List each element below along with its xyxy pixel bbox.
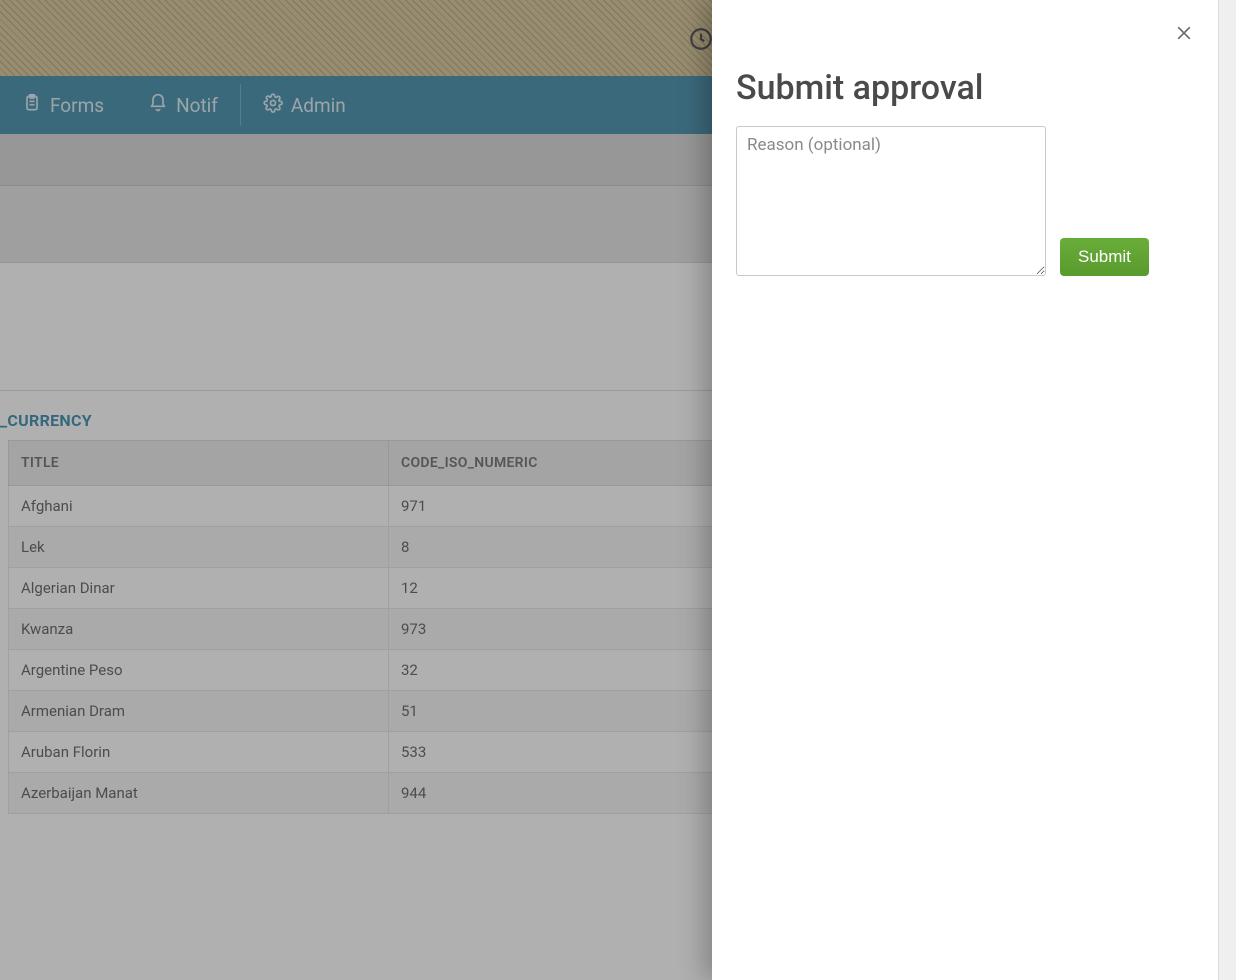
cell-title: Armenian Dram: [9, 691, 389, 732]
reason-textarea[interactable]: [736, 126, 1046, 276]
cell-title: Lek: [9, 527, 389, 568]
cell-title: Algerian Dinar: [9, 568, 389, 609]
cell-title: Azerbaijan Manat: [9, 773, 389, 814]
nav-admin-label: Admin: [291, 94, 346, 117]
gear-icon: [263, 93, 283, 118]
nav-forms-label: Forms: [50, 94, 104, 117]
bell-icon: [148, 93, 168, 118]
cell-title: Afghani: [9, 486, 389, 527]
submit-approval-panel: Submit approval Submit: [712, 0, 1218, 980]
nav-admin[interactable]: Admin: [241, 76, 368, 134]
cell-title: Argentine Peso: [9, 650, 389, 691]
cell-title: Kwanza: [9, 609, 389, 650]
submit-button[interactable]: Submit: [1060, 238, 1149, 276]
clipboard-icon: [22, 93, 42, 118]
scrollbar-gutter[interactable]: [1218, 0, 1236, 980]
nav-forms[interactable]: Forms: [0, 76, 126, 134]
close-button[interactable]: [1172, 22, 1196, 46]
col-header-title[interactable]: TITLE: [9, 441, 389, 486]
close-icon: [1174, 23, 1194, 46]
nav-notif-label: Notif: [176, 94, 218, 117]
nav-notif[interactable]: Notif: [126, 76, 240, 134]
cell-title: Aruban Florin: [9, 732, 389, 773]
panel-title: Submit approval: [736, 68, 1194, 108]
